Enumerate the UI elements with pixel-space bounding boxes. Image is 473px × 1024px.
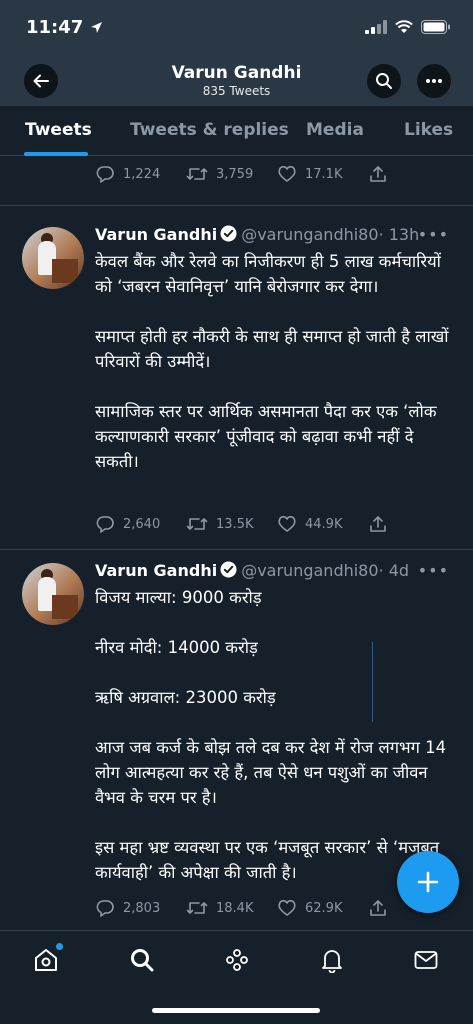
tweet-paragraph: केवल बैंक और रेलवे का निजीकरण ही 5 लाख क… bbox=[95, 252, 441, 296]
status-icons bbox=[365, 20, 451, 34]
like-action[interactable]: 62.9K bbox=[277, 898, 368, 918]
like-action[interactable]: 44.9K bbox=[277, 514, 368, 534]
spaces-icon bbox=[226, 949, 248, 971]
like-count: 44.9K bbox=[305, 516, 343, 532]
search-icon bbox=[376, 73, 392, 89]
reply-action[interactable]: 2,803 bbox=[95, 898, 186, 918]
notifications-icon bbox=[322, 950, 342, 973]
tweet-header: Varun Gandhi @varungandhi80· 13h bbox=[95, 225, 419, 244]
tweet-header: Varun Gandhi @varungandhi80· 4d bbox=[95, 561, 409, 580]
tweet-paragraph: आज जब कर्ज के बोझ तले दब कर देश में रोज … bbox=[95, 738, 447, 807]
heart-icon bbox=[278, 516, 296, 532]
avatar[interactable] bbox=[22, 563, 84, 625]
retweet-icon bbox=[186, 518, 208, 530]
avatar[interactable] bbox=[22, 227, 84, 289]
profile-name-title: Varun Gandhi bbox=[171, 63, 302, 83]
more-icon bbox=[426, 79, 442, 83]
signal-icon bbox=[365, 20, 387, 34]
tweet-more-icon[interactable]: ••• bbox=[418, 561, 449, 580]
divider bbox=[0, 205, 473, 206]
reply-count: 2,640 bbox=[123, 516, 161, 532]
search-button[interactable] bbox=[367, 64, 401, 98]
retweet-count: 18.4K bbox=[216, 900, 254, 916]
nav-home[interactable] bbox=[31, 943, 63, 975]
reply-action[interactable]: 2,640 bbox=[95, 514, 186, 534]
tweet-paragraph: नीरव मोदी: 14000 करोड़ bbox=[95, 638, 258, 657]
thread-line bbox=[372, 642, 373, 722]
tweet-more-icon[interactable]: ••• bbox=[418, 225, 449, 244]
retweet-count: 3,759 bbox=[216, 166, 254, 182]
verified-icon bbox=[220, 561, 237, 578]
status-time: 11:47 bbox=[26, 17, 103, 38]
search-icon bbox=[131, 949, 154, 972]
tweet-text: केवल बैंक और रेलवे का निजीकरण ही 5 लाख क… bbox=[95, 249, 455, 474]
tweet-paragraph: ऋषि अग्रवाल: 23000 करोड़ bbox=[95, 688, 276, 707]
more-button[interactable] bbox=[417, 64, 451, 98]
reply-count: 2,803 bbox=[123, 900, 161, 916]
tweet-actions: 2,803 18.4K 62.9K bbox=[95, 898, 388, 918]
tweet-actions: 1,224 3,759 17.1K bbox=[95, 164, 388, 184]
tweet-time: · 4d bbox=[378, 561, 410, 580]
tweet-count: 835 Tweets bbox=[202, 84, 271, 98]
compose-tweet-button[interactable] bbox=[397, 851, 459, 913]
share-action[interactable] bbox=[368, 514, 388, 534]
share-icon bbox=[370, 166, 386, 182]
tweet-actions: 2,640 13.5K 44.9K bbox=[95, 514, 388, 534]
battery-icon bbox=[421, 20, 450, 34]
verified-icon bbox=[220, 225, 237, 242]
author-handle[interactable]: @varungandhi80 bbox=[241, 225, 378, 244]
divider bbox=[0, 549, 473, 550]
nav-messages[interactable] bbox=[411, 945, 441, 975]
like-count: 62.9K bbox=[305, 900, 343, 916]
reply-action[interactable]: 1,224 bbox=[95, 164, 186, 184]
reply-icon bbox=[96, 900, 114, 917]
retweet-icon bbox=[186, 902, 208, 914]
author-name[interactable]: Varun Gandhi bbox=[95, 225, 217, 244]
retweet-action[interactable]: 13.5K bbox=[186, 514, 277, 534]
tweet-time: · 13h bbox=[378, 225, 420, 244]
nav-search[interactable] bbox=[127, 945, 157, 975]
retweet-icon bbox=[186, 168, 208, 180]
share-icon bbox=[370, 516, 386, 532]
tab-likes[interactable]: Likes bbox=[404, 120, 453, 140]
notification-dot bbox=[56, 943, 63, 950]
active-tab-indicator bbox=[24, 152, 88, 156]
share-action[interactable] bbox=[368, 164, 388, 184]
status-bar: 11:47 bbox=[0, 0, 473, 58]
reply-icon bbox=[96, 516, 114, 533]
reply-count: 1,224 bbox=[123, 166, 161, 182]
retweet-action[interactable]: 18.4K bbox=[186, 898, 277, 918]
status-time-text: 11:47 bbox=[26, 17, 84, 38]
tab-media[interactable]: Media bbox=[306, 120, 364, 140]
author-handle[interactable]: @varungandhi80 bbox=[241, 561, 378, 580]
retweet-count: 13.5K bbox=[216, 516, 254, 532]
tweet-paragraph: सामाजिक स्तर पर आर्थिक असमानता पैदा कर ए… bbox=[95, 402, 437, 471]
tab-tweets[interactable]: Tweets bbox=[25, 120, 92, 140]
profile-header: Varun Gandhi 835 Tweets bbox=[0, 58, 473, 106]
home-indicator bbox=[152, 1008, 320, 1013]
profile-tabs: Tweets Tweets & replies Media Likes bbox=[0, 106, 473, 156]
home-icon bbox=[35, 949, 57, 971]
retweet-action[interactable]: 3,759 bbox=[186, 164, 277, 184]
nav-spaces[interactable] bbox=[222, 945, 252, 975]
heart-icon bbox=[278, 166, 296, 182]
share-icon bbox=[370, 900, 386, 916]
tweet-paragraph: समाप्त होती हर नौकरी के साथ ही समाप्त हो… bbox=[95, 327, 449, 371]
author-name[interactable]: Varun Gandhi bbox=[95, 561, 217, 580]
heart-icon bbox=[278, 900, 296, 916]
tweet-text: विजय माल्या: 9000 करोड़ नीरव मोदी: 14000… bbox=[95, 585, 455, 885]
tweet-paragraph: विजय माल्या: 9000 करोड़ bbox=[95, 588, 262, 607]
like-count: 17.1K bbox=[305, 166, 343, 182]
tab-tweets-and-replies[interactable]: Tweets & replies bbox=[130, 120, 289, 140]
share-action[interactable] bbox=[368, 898, 388, 918]
messages-icon bbox=[414, 951, 438, 969]
wifi-icon bbox=[395, 20, 413, 33]
reply-icon bbox=[96, 166, 114, 183]
plus-icon bbox=[417, 871, 439, 893]
like-action[interactable]: 17.1K bbox=[277, 164, 368, 184]
nav-notifications[interactable] bbox=[317, 945, 347, 975]
location-icon bbox=[90, 22, 102, 33]
